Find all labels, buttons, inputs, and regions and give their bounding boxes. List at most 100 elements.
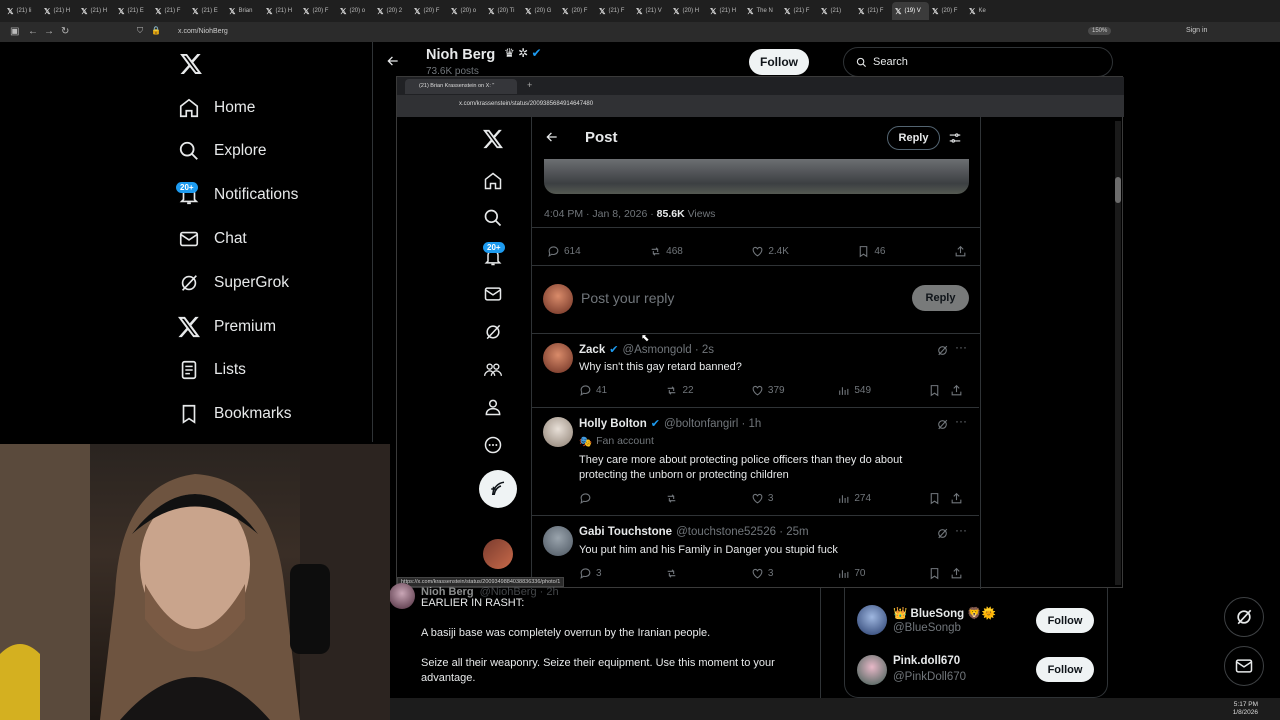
zoom-badge[interactable]: 150% xyxy=(1088,27,1112,35)
browser-tab[interactable]: 𝕏 Ke xyxy=(966,2,1003,20)
browser-tab[interactable]: 𝕏 (21) F xyxy=(596,2,633,20)
bookmark-action[interactable] xyxy=(928,567,950,580)
avatar[interactable] xyxy=(543,343,573,373)
messages-float-button[interactable] xyxy=(1224,646,1264,686)
more-options-icon[interactable]: ··· xyxy=(955,523,967,537)
repost-action[interactable]: 468 xyxy=(649,245,683,258)
reply-author-handle[interactable]: @Asmongold · 2s xyxy=(622,344,714,356)
compose-post-button[interactable] xyxy=(479,470,517,508)
communities-icon[interactable] xyxy=(483,360,503,380)
browser-tab[interactable]: 𝕏 (20) F xyxy=(411,2,448,20)
suggested-user-name[interactable]: 👑 BlueSong 🦁🌞 xyxy=(893,606,996,620)
popup-url[interactable]: x.com/krassenstein/status/20093856849146… xyxy=(459,101,593,107)
browser-tab[interactable]: 𝕏 (20) G xyxy=(522,2,559,20)
post-media-image[interactable] xyxy=(544,159,969,194)
views-action[interactable]: 549 xyxy=(837,384,927,397)
browser-tab[interactable]: 𝕏 (20) F xyxy=(559,2,596,20)
bookmark-action[interactable] xyxy=(928,384,950,397)
back-arrow-icon[interactable] xyxy=(545,130,559,144)
bookmark-action[interactable] xyxy=(928,492,950,505)
browser-tab[interactable]: 𝕏 (20) H xyxy=(670,2,707,20)
scrollbar[interactable] xyxy=(1115,121,1121,585)
browser-tab[interactable]: 𝕏 (20) o xyxy=(337,2,374,20)
avatar[interactable] xyxy=(543,526,573,556)
more-options-icon[interactable]: ··· xyxy=(955,414,967,428)
share-action[interactable] xyxy=(950,567,963,580)
grok-icon[interactable] xyxy=(936,418,949,431)
sidebar-item-premium[interactable]: Premium xyxy=(178,312,276,342)
browser-tab[interactable]: 𝕏 (20) o xyxy=(448,2,485,20)
reply-action[interactable]: 614 xyxy=(547,245,581,258)
browser-tab[interactable]: 𝕏 (21) V xyxy=(633,2,670,20)
browser-tab[interactable]: 𝕏 (21) H xyxy=(41,2,78,20)
profile-icon[interactable] xyxy=(483,397,503,417)
grok-icon[interactable] xyxy=(483,322,503,342)
browser-tab[interactable]: 𝕏 (21) E xyxy=(189,2,226,20)
browser-tab[interactable]: 𝕏 (20) F xyxy=(300,2,337,20)
popup-address-bar[interactable]: x.com/krassenstein/status/20093856849146… xyxy=(397,95,1124,117)
reply-action[interactable]: 41 xyxy=(579,384,665,397)
list-item[interactable]: Gabi Touchstone @touchstone52526 · 25m Y… xyxy=(531,517,979,589)
x-logo-icon[interactable] xyxy=(483,129,503,149)
reply-author-name[interactable]: Gabi Touchstone xyxy=(579,526,672,538)
url-text[interactable]: x.com/NiohBerg xyxy=(178,28,228,35)
suggested-user-handle[interactable]: @BlueSongb xyxy=(893,622,961,634)
repost-action[interactable] xyxy=(665,492,750,505)
browser-tab[interactable]: 𝕏 (21) F xyxy=(152,2,189,20)
browser-tab[interactable]: 𝕏 (21) li xyxy=(4,2,41,20)
share-action[interactable] xyxy=(950,492,963,505)
back-arrow-icon[interactable] xyxy=(386,54,400,68)
reply-author-handle[interactable]: @boltonfangirl · 1h xyxy=(664,418,761,430)
sidebar-item-home[interactable]: Home xyxy=(178,93,255,123)
popup-tab[interactable]: (21) Brian Krassenstein on X: " xyxy=(405,79,517,94)
like-action[interactable]: 3 xyxy=(751,492,837,505)
browser-tab[interactable]: 𝕏 (21) xyxy=(818,2,855,20)
share-action[interactable] xyxy=(954,245,967,258)
mail-icon[interactable] xyxy=(483,284,503,304)
browser-tab[interactable]: 𝕏 (19) V xyxy=(892,2,929,20)
new-tab-icon[interactable]: + xyxy=(527,80,532,90)
clock[interactable]: 5:17 PM 1/8/2026 xyxy=(1233,701,1258,717)
list-item[interactable]: Holly Bolton ✔ @boltonfangirl · 1h 🎭 Fan … xyxy=(531,408,979,516)
avatar[interactable] xyxy=(543,417,573,447)
x-logo-icon[interactable] xyxy=(180,54,202,74)
reply-submit-button[interactable]: Reply xyxy=(912,285,969,311)
browser-address-bar[interactable]: ▣ ← → ↻ ⛉ 🔒 x.com/NiohBerg 150% Sign in xyxy=(0,22,1280,42)
browser-tab[interactable]: 𝕏 Brian xyxy=(226,2,263,20)
grok-icon[interactable] xyxy=(936,344,949,357)
sidebar-item-chat[interactable]: Chat xyxy=(178,224,247,254)
repost-action[interactable] xyxy=(665,567,750,580)
browser-tab[interactable]: 𝕏 (21) H xyxy=(78,2,115,20)
header-reply-button[interactable]: Reply xyxy=(887,126,940,150)
reply-action[interactable]: 3 xyxy=(579,567,665,580)
shield-icon[interactable]: ⛉ xyxy=(137,26,143,36)
follow-button[interactable]: Follow xyxy=(1036,657,1094,682)
reply-action[interactable] xyxy=(579,492,665,505)
bookmark-action[interactable]: 46 xyxy=(857,245,885,258)
sidebar-item-lists[interactable]: Lists xyxy=(178,355,246,385)
post-timestamp[interactable]: 4:04 PM · Jan 8, 2026 · xyxy=(544,208,657,220)
browser-tab[interactable]: 𝕏 (21) E xyxy=(115,2,152,20)
scrollbar-thumb[interactable] xyxy=(1115,177,1121,203)
sidebar-item-bookmarks[interactable]: Bookmarks xyxy=(178,399,292,429)
more-options-icon[interactable]: ··· xyxy=(955,340,967,354)
forward-icon[interactable]: → xyxy=(44,26,54,37)
reply-author-name[interactable]: Zack xyxy=(579,344,605,356)
grok-icon[interactable] xyxy=(936,527,949,540)
avatar[interactable] xyxy=(857,655,887,685)
avatar[interactable] xyxy=(483,539,513,569)
more-icon[interactable] xyxy=(483,435,503,455)
list-item[interactable]: Zack ✔ @Asmongold · 2s Why isn't this ga… xyxy=(531,334,979,408)
browser-tab[interactable]: 𝕏 (21) F xyxy=(781,2,818,20)
search-input[interactable]: Search xyxy=(843,47,1113,77)
share-action[interactable] xyxy=(950,384,963,397)
browser-tab[interactable]: 𝕏 (21) F xyxy=(855,2,892,20)
home-icon[interactable] xyxy=(483,171,503,191)
repost-action[interactable]: 22 xyxy=(665,384,750,397)
reply-author-handle[interactable]: @touchstone52526 · 25m xyxy=(676,526,809,538)
sidebar-item-supergrok[interactable]: SuperGrok xyxy=(178,268,289,298)
like-action[interactable]: 2.4K xyxy=(751,245,789,258)
like-action[interactable]: 3 xyxy=(751,567,837,580)
views-action[interactable]: 70 xyxy=(837,567,927,580)
avatar[interactable] xyxy=(389,583,415,609)
